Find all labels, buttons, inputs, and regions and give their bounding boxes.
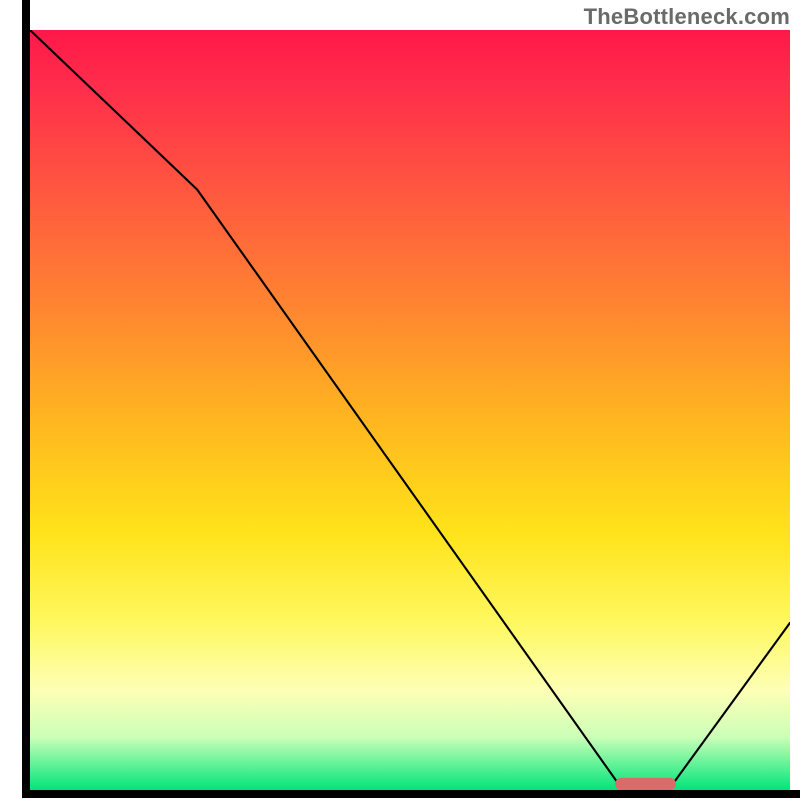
watermark-text: TheBottleneck.com — [584, 4, 790, 30]
chart-frame: TheBottleneck.com — [0, 0, 800, 800]
y-axis — [22, 0, 30, 798]
optimal-range-bar — [615, 778, 676, 790]
x-axis — [22, 790, 800, 798]
chart-svg — [30, 30, 790, 790]
plot-area — [30, 30, 790, 790]
bottleneck-curve — [30, 30, 790, 790]
